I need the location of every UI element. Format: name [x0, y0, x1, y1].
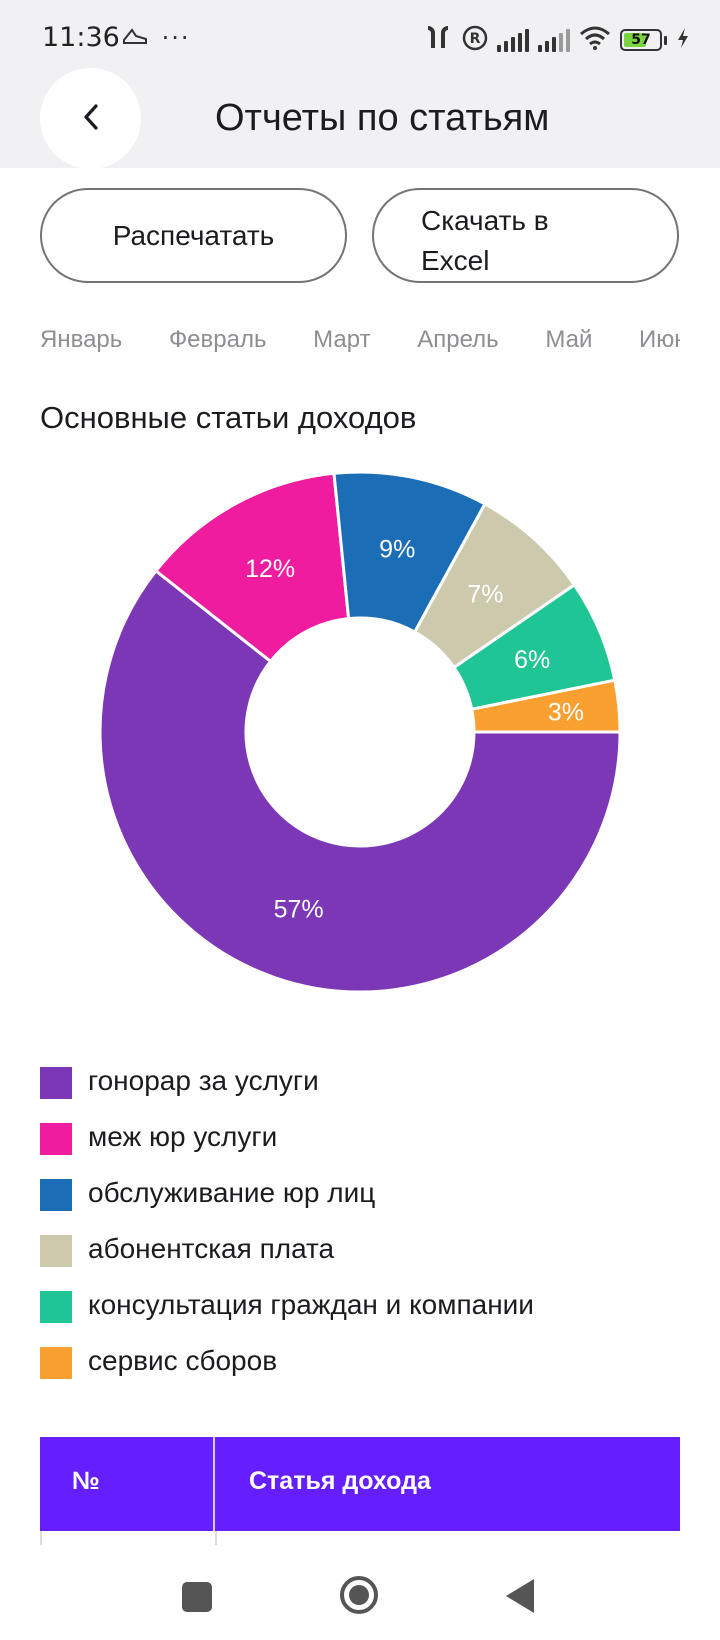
table-header: № Статья дохода: [40, 1437, 680, 1531]
month-tab[interactable]: Январь: [40, 326, 122, 354]
status-time: 11:36: [42, 22, 120, 53]
legend-swatch: [40, 1179, 72, 1211]
download-excel-button[interactable]: Скачать в Excel: [372, 188, 679, 283]
chevron-left-icon: [79, 102, 103, 136]
sneaker-icon: [122, 24, 162, 52]
month-tab[interactable]: Февраль: [169, 326, 267, 354]
registered-icon: R: [462, 25, 488, 55]
legend-label: обслуживание юр лиц: [88, 1177, 376, 1208]
app-bar: Отчеты по статьям: [0, 68, 720, 169]
legend-swatch: [40, 1235, 72, 1267]
home-icon[interactable]: [340, 1576, 378, 1614]
charging-icon: [676, 27, 690, 53]
navigation-bar: [0, 1545, 720, 1640]
battery-level: 57: [631, 32, 651, 48]
month-tab[interactable]: Июнь: [639, 326, 680, 354]
slice-label: 6%: [514, 646, 550, 674]
more-dots-icon: ···: [161, 24, 191, 52]
table-body: [40, 1531, 680, 1545]
svg-text:R: R: [470, 31, 481, 47]
slice-label: 3%: [548, 698, 584, 726]
legend-swatch: [40, 1291, 72, 1323]
battery-icon: 57: [620, 29, 662, 51]
status-right-icons: R 57: [423, 20, 690, 60]
column-header-income-item: Статья дохода: [249, 1467, 431, 1495]
legend-swatch: [40, 1067, 72, 1099]
legend-label: консультация граждан и компании: [88, 1289, 534, 1320]
status-left-icons: ···: [122, 24, 191, 52]
section-title: Основные статьи доходов: [40, 400, 417, 435]
earbuds-icon: [423, 25, 453, 55]
month-tab[interactable]: Март: [313, 326, 370, 354]
page-title: Отчеты по статьям: [215, 97, 550, 139]
back-icon[interactable]: [506, 1579, 534, 1613]
slice-label: 7%: [467, 580, 503, 608]
print-button[interactable]: Распечатать: [40, 188, 347, 283]
legend-label: гонорар за услуги: [88, 1065, 319, 1096]
month-tabs: Январь Февраль Март Апрель Май Июнь: [40, 326, 680, 366]
legend-swatch: [40, 1123, 72, 1155]
legend-label: меж юр услуги: [88, 1121, 278, 1152]
month-tab[interactable]: Май: [545, 326, 592, 354]
status-bar: 11:36 ··· R 57: [0, 0, 720, 78]
signal-icon: [497, 28, 529, 52]
column-header-number: №: [40, 1437, 215, 1531]
table-border: [215, 1531, 217, 1545]
legend-swatch: [40, 1347, 72, 1379]
table-border: [40, 1531, 42, 1545]
recent-apps-icon[interactable]: [182, 1582, 212, 1612]
slice-label: 12%: [245, 555, 295, 583]
slice-label: 57%: [274, 896, 324, 924]
slice-label: 9%: [379, 536, 415, 564]
back-button[interactable]: [40, 68, 141, 169]
donut-chart: 57% 12% 9% 7% 6% 3%: [98, 470, 622, 994]
month-tab[interactable]: Апрель: [417, 326, 498, 354]
signal-icon: [538, 28, 570, 52]
wifi-icon: [579, 26, 611, 54]
legend-label: сервис сборов: [88, 1345, 278, 1376]
battery-tip: [664, 35, 667, 45]
legend-label: абонентская плата: [88, 1233, 335, 1264]
